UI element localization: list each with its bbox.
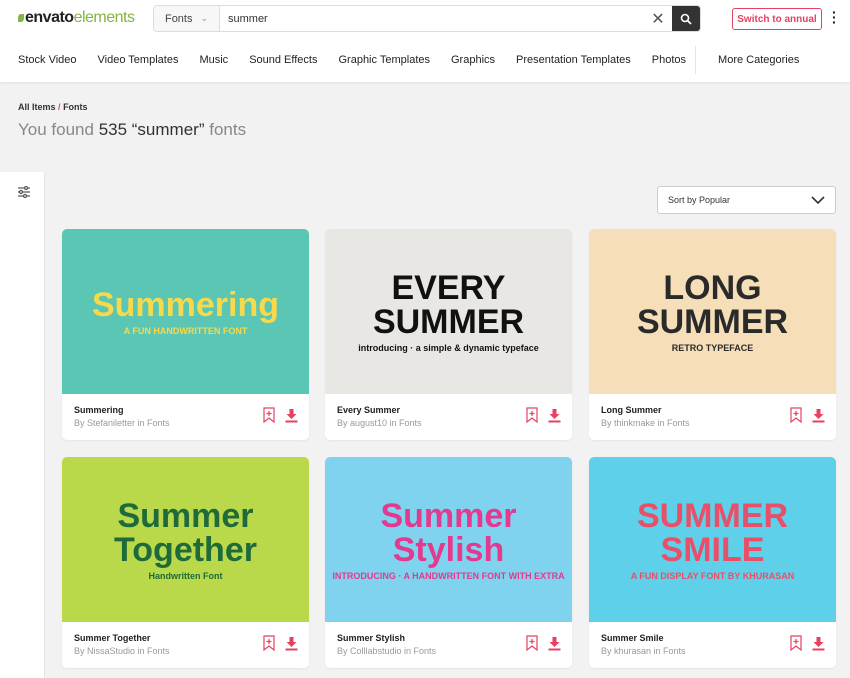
font-card[interactable]: Summer Together Handwritten Font Summer … [62, 457, 309, 668]
search-input[interactable] [220, 6, 644, 31]
thumbnail-title: Summer Together [114, 496, 257, 569]
bookmark-add-icon[interactable] [790, 635, 802, 651]
font-card[interactable]: EVERY SUMMER introducing · a simple & dy… [325, 229, 572, 440]
item-title[interactable]: Summer Smile [601, 633, 664, 643]
top-header: envatoelements Fonts⌄ ✕ Switch to annual… [0, 0, 850, 82]
nav-video-templates[interactable]: Video Templates [98, 54, 179, 66]
item-title[interactable]: Long Summer [601, 405, 662, 415]
chevron-down-icon [811, 196, 825, 204]
more-menu-icon[interactable]: · · · [832, 5, 837, 29]
item-title[interactable]: Summer Stylish [337, 633, 405, 643]
item-title[interactable]: Every Summer [337, 405, 400, 415]
sort-dropdown[interactable]: Sort by Popular [657, 186, 836, 214]
thumbnail-title: Summering [91, 285, 280, 324]
search-bar: Fonts⌄ ✕ [153, 5, 701, 32]
page-title: You found 535 “summer” fonts [18, 120, 247, 139]
thumbnail-subtitle: A FUN HANDWRITTEN FONT [123, 325, 248, 336]
thumbnail-subtitle: introducing · a simple & dynamic typefac… [358, 342, 539, 353]
thumbnail-title: SUMMER SMILE [636, 496, 789, 569]
nav-more-categories[interactable]: More Categories [718, 54, 799, 66]
item-author[interactable]: By khurasan in Fonts [601, 646, 686, 656]
thumbnail-subtitle: RETRO TYPEFACE [671, 342, 754, 353]
item-title[interactable]: Summer Together [74, 633, 150, 643]
breadcrumb-fonts[interactable]: Fonts [63, 102, 88, 112]
search-icon [680, 13, 692, 25]
thumbnail-subtitle: A FUN DISPLAY FONT BY KHURASAN [630, 570, 795, 581]
nav-photos[interactable]: Photos [652, 54, 686, 66]
category-dropdown[interactable]: Fonts ⌄ [154, 6, 220, 31]
nav-graphic-templates[interactable]: Graphic Templates [338, 54, 430, 66]
download-icon[interactable] [285, 408, 298, 423]
item-author[interactable]: By Colllabstudio in Fonts [337, 646, 436, 656]
download-icon[interactable] [285, 636, 298, 651]
switch-to-annual-button[interactable]: Switch to annual [732, 8, 822, 30]
bookmark-add-icon[interactable] [263, 635, 275, 651]
font-card[interactable]: LONG SUMMER RETRO TYPEFACE Long Summer B… [589, 229, 836, 440]
nav-music[interactable]: Music [199, 54, 228, 66]
breadcrumb-all-items[interactable]: All Items [18, 102, 56, 112]
download-icon[interactable] [548, 636, 561, 651]
font-thumbnail[interactable]: Summer Stylish INTRODUCING · A HANDWRITT… [325, 457, 572, 622]
font-thumbnail[interactable]: SUMMER SMILE A FUN DISPLAY FONT BY KHURA… [589, 457, 836, 622]
nav-graphics[interactable]: Graphics [451, 54, 495, 66]
bookmark-add-icon[interactable] [526, 635, 538, 651]
nav-presentation-templates[interactable]: Presentation Templates [516, 54, 631, 66]
search-button[interactable] [672, 6, 700, 31]
font-card[interactable]: SUMMER SMILE A FUN DISPLAY FONT BY KHURA… [589, 457, 836, 668]
filter-sliders-icon[interactable] [17, 186, 31, 198]
bookmark-add-icon[interactable] [263, 407, 275, 423]
thumbnail-title: EVERY SUMMER [372, 268, 525, 341]
font-thumbnail[interactable]: EVERY SUMMER introducing · a simple & dy… [325, 229, 572, 394]
thumbnail-title: LONG SUMMER [636, 268, 789, 341]
nav-divider [695, 46, 696, 74]
download-icon[interactable] [812, 408, 825, 423]
item-author[interactable]: By Stefaniletter in Fonts [74, 418, 170, 428]
nav-stock-video[interactable]: Stock Video [18, 54, 77, 66]
download-icon[interactable] [548, 408, 561, 423]
thumbnail-subtitle: INTRODUCING · A HANDWRITTEN FONT WITH EX… [332, 570, 565, 581]
leaf-icon [18, 14, 24, 22]
bookmark-add-icon[interactable] [790, 407, 802, 423]
font-card[interactable]: Summering A FUN HANDWRITTEN FONT Summeri… [62, 229, 309, 440]
font-card[interactable]: Summer Stylish INTRODUCING · A HANDWRITT… [325, 457, 572, 668]
bookmark-add-icon[interactable] [526, 407, 538, 423]
font-thumbnail[interactable]: Summer Together Handwritten Font [62, 457, 309, 622]
download-icon[interactable] [812, 636, 825, 651]
nav-sound-effects[interactable]: Sound Effects [249, 54, 317, 66]
item-author[interactable]: By thinkmake in Fonts [601, 418, 690, 428]
breadcrumb: All Items / Fonts [18, 102, 88, 112]
font-thumbnail[interactable]: Summering A FUN HANDWRITTEN FONT [62, 229, 309, 394]
item-title[interactable]: Summering [74, 405, 124, 415]
clear-search-icon[interactable]: ✕ [644, 6, 672, 31]
envato-logo[interactable]: envatoelements [18, 9, 135, 27]
thumbnail-title: Summer Stylish [380, 496, 517, 569]
thumbnail-subtitle: Handwritten Font [148, 570, 223, 581]
font-thumbnail[interactable]: LONG SUMMER RETRO TYPEFACE [589, 229, 836, 394]
category-nav: Stock Video Video Templates Music Sound … [18, 54, 820, 66]
chevron-down-icon: ⌄ [200, 13, 209, 23]
item-author[interactable]: By NissaStudio in Fonts [74, 646, 170, 656]
item-author[interactable]: By august10 in Fonts [337, 418, 422, 428]
filter-sidebar [0, 172, 45, 678]
